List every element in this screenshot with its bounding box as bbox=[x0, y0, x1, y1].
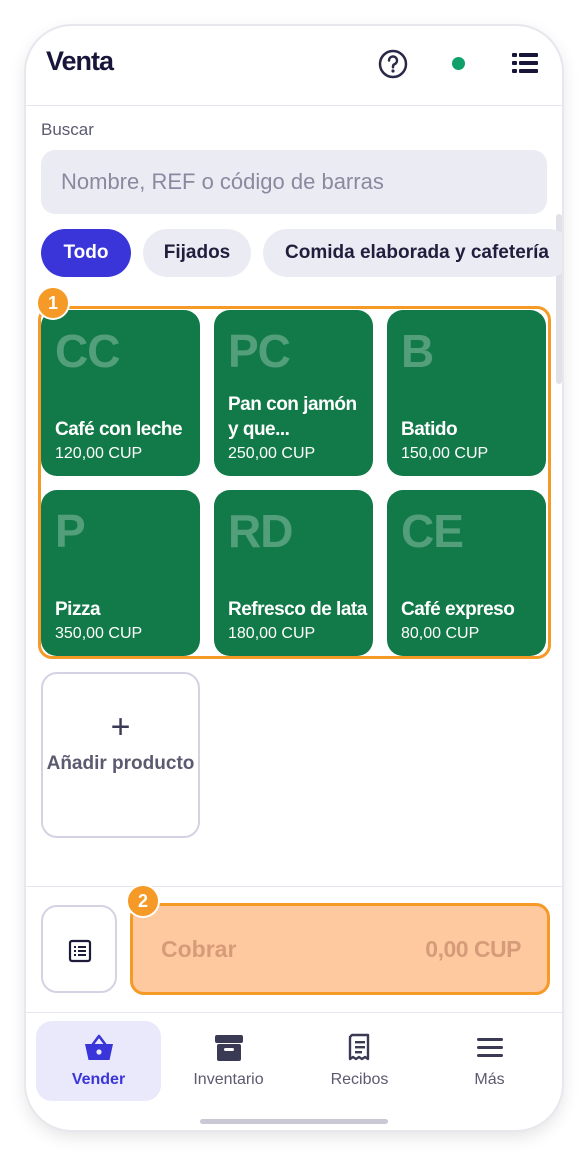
product-price: 250,00 CUP bbox=[228, 445, 316, 462]
product-name: Café con leche bbox=[55, 419, 183, 440]
chip-todo[interactable]: Todo bbox=[41, 229, 131, 277]
product-initials: PC bbox=[228, 325, 291, 377]
product-card[interactable]: PC Pan con jamón y que... 250,00 CUP bbox=[214, 310, 373, 476]
nav-label: Vender bbox=[71, 1071, 126, 1088]
annotation-badge: 1 bbox=[36, 286, 70, 320]
home-indicator bbox=[200, 1119, 388, 1124]
chip-comida-elaborada[interactable]: Comida elaborada y cafetería bbox=[263, 229, 562, 277]
product-card[interactable]: P Pizza 350,00 CUP bbox=[41, 490, 200, 656]
product-price: 180,00 CUP bbox=[228, 625, 316, 642]
nav-label: Recibos bbox=[330, 1071, 389, 1088]
product-price: 80,00 CUP bbox=[401, 625, 480, 642]
product-initials: P bbox=[55, 505, 86, 557]
charge-button[interactable]: Cobrar 0,00 CUP bbox=[130, 903, 550, 995]
annotation-badge: 2 bbox=[126, 884, 160, 918]
top-bar: Venta bbox=[26, 26, 562, 106]
product-price: 150,00 CUP bbox=[401, 445, 489, 462]
charge-label: Cobrar bbox=[161, 936, 237, 962]
nav-item-inventario[interactable]: Inventario bbox=[166, 1021, 291, 1101]
product-card[interactable]: RD Refresco de lata 180,00 CUP bbox=[214, 490, 373, 656]
search-input[interactable] bbox=[41, 150, 547, 214]
archive-box-icon bbox=[215, 1035, 243, 1061]
nav-label: Más bbox=[474, 1071, 505, 1088]
receipt-icon bbox=[348, 1033, 370, 1061]
basket-icon bbox=[85, 1034, 113, 1060]
product-initials: B bbox=[401, 325, 434, 377]
list-icon[interactable] bbox=[512, 52, 538, 74]
search-label: Buscar bbox=[41, 120, 94, 139]
search-box bbox=[41, 150, 547, 214]
plus-icon: + bbox=[110, 708, 131, 746]
menu-icon bbox=[477, 1038, 503, 1057]
product-initials: CE bbox=[401, 505, 464, 557]
connection-status-dot bbox=[452, 57, 465, 70]
product-price: 120,00 CUP bbox=[55, 445, 143, 462]
phone-frame: Venta Buscar Todo Fijados Comi bbox=[26, 26, 562, 1130]
product-card[interactable]: CC Café con leche 120,00 CUP bbox=[41, 310, 200, 476]
bottom-nav: Vender Inventario Recibos Más bbox=[26, 1012, 562, 1130]
nav-item-recibos[interactable]: Recibos bbox=[297, 1021, 422, 1101]
page-title: Venta bbox=[46, 46, 114, 76]
product-name: Café expreso bbox=[401, 599, 515, 620]
nav-label: Inventario bbox=[193, 1071, 264, 1088]
add-product-label: Añadir producto bbox=[46, 753, 195, 774]
product-card[interactable]: B Batido 150,00 CUP bbox=[387, 310, 546, 476]
category-chips: Todo Fijados Comida elaborada y cafeterí… bbox=[41, 229, 562, 277]
product-name: Refresco de lata bbox=[228, 599, 367, 620]
product-name: Batido bbox=[401, 419, 458, 440]
product-price: 350,00 CUP bbox=[55, 625, 143, 642]
product-name: Pan con jamón y que... bbox=[228, 394, 357, 440]
product-name: Pizza bbox=[55, 599, 101, 620]
product-card[interactable]: CE Café expreso 80,00 CUP bbox=[387, 490, 546, 656]
receipt-list-icon bbox=[68, 939, 92, 963]
nav-item-mas[interactable]: Más bbox=[427, 1021, 552, 1101]
nav-item-vender[interactable]: Vender bbox=[36, 1021, 161, 1101]
product-initials: RD bbox=[228, 505, 293, 557]
help-circle-icon[interactable] bbox=[378, 49, 408, 79]
open-receipt-button[interactable] bbox=[41, 905, 117, 993]
charge-amount: 0,00 CUP bbox=[425, 936, 521, 962]
chip-fijados[interactable]: Fijados bbox=[143, 229, 251, 277]
product-initials: CC bbox=[55, 325, 120, 377]
add-product-button[interactable]: + Añadir producto bbox=[41, 672, 200, 838]
